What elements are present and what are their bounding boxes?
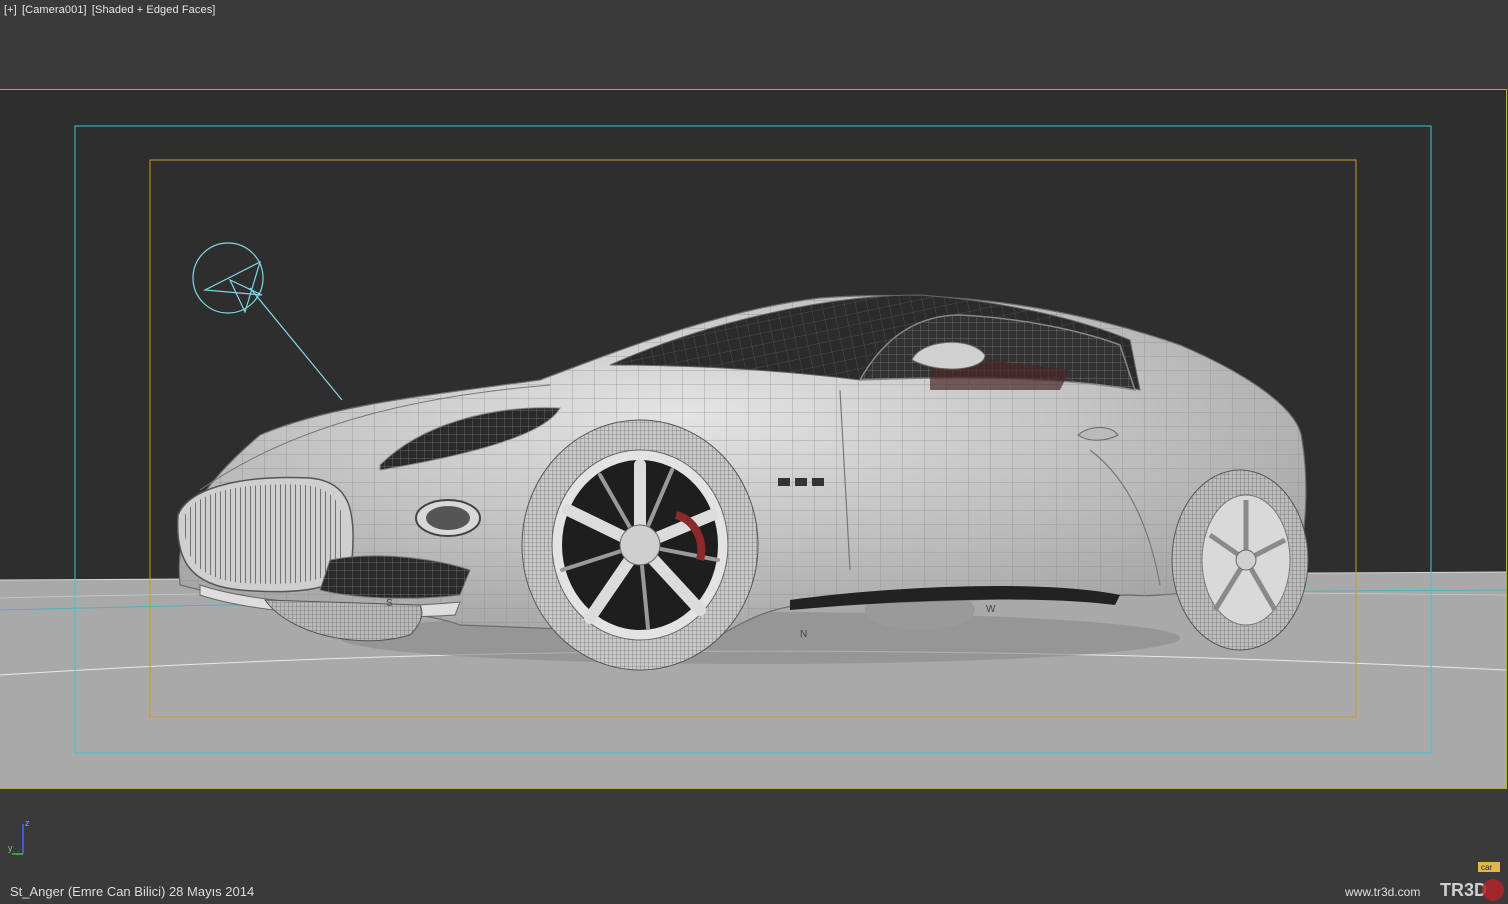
logo-text: TR3D <box>1440 880 1487 900</box>
rear-wheel-near <box>1171 469 1309 651</box>
author-credit: St_Anger (Emre Can Bilici) 28 Mayıs 2014 <box>10 884 255 899</box>
scene-label-w: W <box>986 604 996 615</box>
axis-z-label: z <box>25 818 30 828</box>
axis-gizmo: z y <box>8 818 30 855</box>
viewport-shading-menu[interactable]: [Shaded + Edged Faces] <box>92 4 216 16</box>
scene-label-s: S <box>386 598 393 609</box>
axis-y-label: y <box>8 843 13 853</box>
viewport-camera-menu[interactable]: [Camera001] <box>22 4 87 16</box>
scene-label-n: N <box>800 629 807 640</box>
site-url: www.tr3d.com <box>1345 885 1421 899</box>
logo-badge-text: car <box>1481 863 1492 872</box>
tr3d-logo: car TR3D <box>1440 862 1504 901</box>
scene-render: S N W <box>0 125 1506 788</box>
viewport-label[interactable]: [+] [Camera001] [Shaded + Edged Faces] <box>4 4 217 16</box>
camera-viewport[interactable]: S N W <box>0 89 1507 789</box>
light-helper <box>192 242 343 401</box>
viewport-menu-plus[interactable]: [+] <box>4 4 17 16</box>
front-wheel-near <box>521 419 759 671</box>
